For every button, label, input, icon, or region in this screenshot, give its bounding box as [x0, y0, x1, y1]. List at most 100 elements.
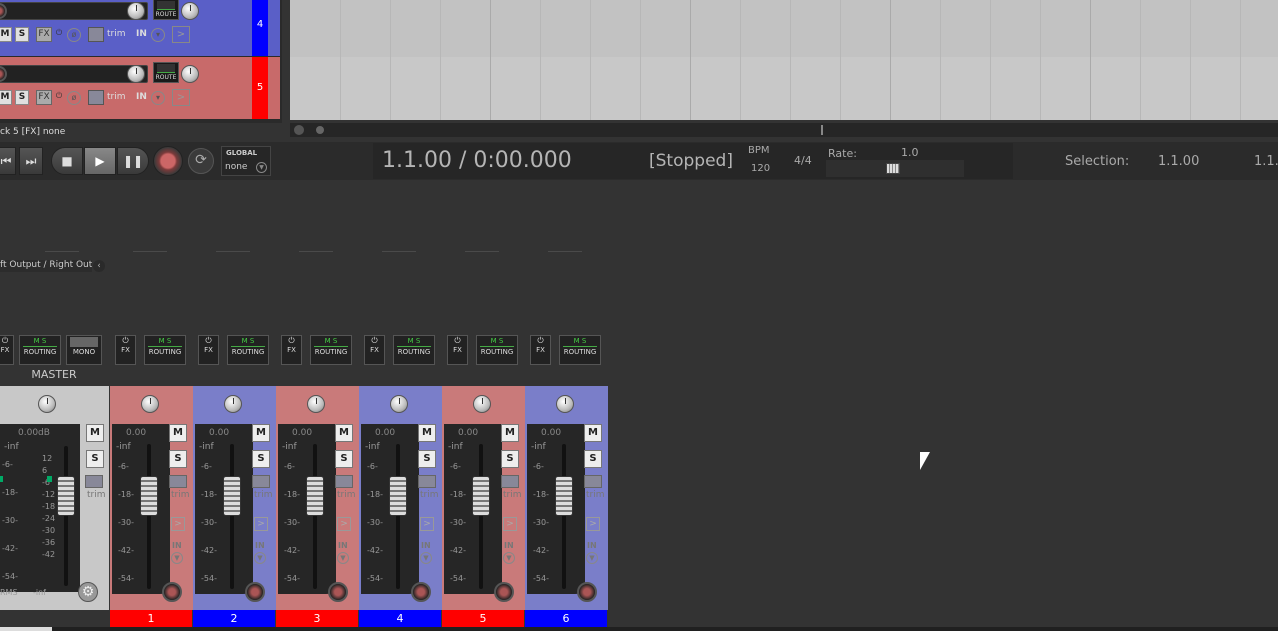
- master-mute-button[interactable]: M: [86, 424, 104, 442]
- io-label[interactable]: ft Output / Right Outp: [0, 260, 92, 272]
- track-mute-button[interactable]: M: [0, 27, 12, 42]
- arrange-view[interactable]: [290, 0, 1278, 120]
- monitor-icon[interactable]: >: [586, 517, 600, 531]
- fader-track[interactable]: [313, 444, 317, 589]
- global-automation[interactable]: GLOBAL none ▼: [221, 146, 271, 176]
- channel-routing-button[interactable]: M S ROUTING: [227, 335, 269, 365]
- monitor-icon[interactable]: >: [503, 517, 517, 531]
- rate-slider-thumb[interactable]: [886, 163, 900, 174]
- trim-icon[interactable]: [252, 475, 270, 488]
- master-trim-icon[interactable]: [85, 475, 103, 488]
- volume-knob-icon[interactable]: [127, 65, 145, 83]
- channel-mute-button[interactable]: M: [169, 424, 187, 442]
- chevron-down-icon[interactable]: ▼: [171, 552, 183, 564]
- input-label[interactable]: IN: [504, 541, 514, 550]
- record-arm-icon[interactable]: [162, 582, 182, 602]
- chevron-down-icon[interactable]: ▾: [151, 91, 165, 105]
- channel-solo-button[interactable]: S: [584, 450, 602, 468]
- channel-fx-button[interactable]: ⏻ FX: [364, 335, 385, 365]
- channel-pan-knob[interactable]: [224, 395, 242, 413]
- track-pan-knob[interactable]: [181, 65, 199, 83]
- trim-icon[interactable]: [501, 475, 519, 488]
- record-arm-icon[interactable]: [0, 3, 7, 19]
- volume-fader[interactable]: [472, 476, 490, 516]
- volume-fader[interactable]: [389, 476, 407, 516]
- master-fx-button[interactable]: ⏻ FX: [0, 335, 14, 365]
- track-header-5[interactable]: ROUTE M S FX ⏻ ø trim IN ▾ > 5: [0, 57, 280, 119]
- volume-fader[interactable]: [306, 476, 324, 516]
- track-volume-slider[interactable]: [0, 65, 148, 83]
- channel-mute-button[interactable]: M: [252, 424, 270, 442]
- volume-fader[interactable]: [140, 476, 158, 516]
- monitor-icon[interactable]: >: [172, 26, 190, 43]
- chevron-down-icon[interactable]: ▼: [254, 552, 266, 564]
- power-icon[interactable]: ⏻: [52, 90, 66, 104]
- channel-fx-button[interactable]: ⏻ FX: [198, 335, 219, 365]
- trim-icon[interactable]: [584, 475, 602, 488]
- channel-routing-button[interactable]: M S ROUTING: [559, 335, 601, 365]
- volume-fader[interactable]: [223, 476, 241, 516]
- channel-routing-button[interactable]: M S ROUTING: [310, 335, 352, 365]
- input-label[interactable]: IN: [136, 29, 147, 39]
- record-arm-icon[interactable]: [0, 66, 7, 82]
- monitor-icon[interactable]: >: [254, 517, 268, 531]
- fader-track[interactable]: [147, 444, 151, 589]
- play-button[interactable]: ▶: [84, 147, 116, 175]
- master-mono-button[interactable]: MONO: [66, 335, 102, 365]
- channel-fx-button[interactable]: ⏻ FX: [447, 335, 468, 365]
- chevron-down-icon[interactable]: ▼: [420, 552, 432, 564]
- input-label[interactable]: IN: [587, 541, 597, 550]
- track-fx-button[interactable]: FX: [36, 27, 52, 42]
- master-solo-button[interactable]: S: [86, 450, 104, 468]
- envelope-icon[interactable]: [88, 27, 104, 42]
- chevron-down-icon[interactable]: ▼: [503, 552, 515, 564]
- record-arm-icon[interactable]: [577, 582, 597, 602]
- channel-mute-button[interactable]: M: [418, 424, 436, 442]
- track-pan-knob[interactable]: [181, 2, 199, 20]
- monitor-icon[interactable]: >: [420, 517, 434, 531]
- channel-fx-button[interactable]: ⏻ FX: [281, 335, 302, 365]
- channel-mute-button[interactable]: M: [501, 424, 519, 442]
- chevron-down-icon[interactable]: ▾: [151, 28, 165, 42]
- stop-button[interactable]: ■: [51, 147, 83, 175]
- track-lane-4[interactable]: [290, 0, 1278, 57]
- rate-slider[interactable]: [826, 160, 964, 177]
- trim-icon[interactable]: [169, 475, 187, 488]
- chevron-down-icon[interactable]: ▼: [337, 552, 349, 564]
- channel-pan-knob[interactable]: [556, 395, 574, 413]
- channel-fx-button[interactable]: ⏻ FX: [530, 335, 551, 365]
- channel-pan-knob[interactable]: [390, 395, 408, 413]
- input-label[interactable]: IN: [172, 541, 182, 550]
- track-route-button[interactable]: ROUTE: [153, 0, 179, 20]
- scroll-thumb[interactable]: [316, 126, 324, 134]
- monitor-icon[interactable]: >: [171, 517, 185, 531]
- channel-solo-button[interactable]: S: [335, 450, 353, 468]
- go-start-button[interactable]: ⏮: [0, 147, 16, 175]
- selection-start[interactable]: 1.1.00: [1158, 154, 1199, 169]
- channel-routing-button[interactable]: M S ROUTING: [393, 335, 435, 365]
- arrange-scrollbar[interactable]: [290, 123, 1278, 137]
- monitor-icon[interactable]: >: [172, 89, 190, 106]
- fader-track[interactable]: [479, 444, 483, 589]
- master-routing-button[interactable]: M S ROUTING: [19, 335, 61, 365]
- channel-solo-button[interactable]: S: [418, 450, 436, 468]
- channel-db[interactable]: 0.00: [292, 428, 312, 438]
- channel-solo-button[interactable]: S: [252, 450, 270, 468]
- bpm-value[interactable]: 120: [751, 163, 770, 174]
- volume-fader[interactable]: [555, 476, 573, 516]
- monitor-icon[interactable]: >: [337, 517, 351, 531]
- phase-icon[interactable]: ø: [67, 28, 81, 42]
- channel-pan-knob[interactable]: [307, 395, 325, 413]
- track-route-button[interactable]: ROUTE: [153, 62, 179, 83]
- repeat-button[interactable]: ⟳: [188, 148, 214, 174]
- channel-pan-knob[interactable]: [473, 395, 491, 413]
- track-solo-button[interactable]: S: [15, 90, 29, 105]
- scroll-left-icon[interactable]: [294, 125, 304, 135]
- input-label[interactable]: IN: [338, 541, 348, 550]
- channel-db[interactable]: 0.00: [458, 428, 478, 438]
- input-label[interactable]: IN: [136, 92, 147, 102]
- channel-pan-knob[interactable]: [141, 395, 159, 413]
- input-label[interactable]: IN: [421, 541, 431, 550]
- channel-mute-button[interactable]: M: [335, 424, 353, 442]
- master-db[interactable]: 0.00dB: [18, 428, 50, 438]
